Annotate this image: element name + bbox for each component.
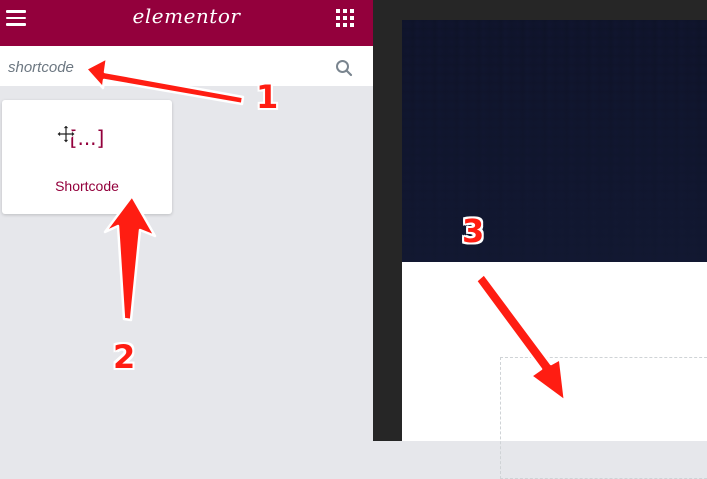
widget-label: Shortcode [55,178,119,194]
hero-background-image [402,20,707,262]
shortcode-widget[interactable]: [...] Shortcode [2,100,172,214]
grid-apps-icon[interactable] [336,9,354,27]
preview-canvas [373,0,707,479]
move-cursor-icon [56,124,76,144]
step-number-3: 3 [462,212,485,250]
panel-header: elementor [0,0,373,46]
editor-panel: elementor [...] Shortcode [0,0,373,441]
search-icon[interactable] [335,59,353,77]
elementor-logo: elementor [132,4,241,28]
step-number-1: 1 [256,78,279,116]
widget-search-bar [0,46,373,86]
widget-search-input[interactable] [6,54,320,80]
shortcode-icon: [...] [69,126,105,150]
content-section [402,262,707,479]
step-number-2: 2 [113,338,136,376]
widget-drop-area[interactable] [500,357,707,479]
